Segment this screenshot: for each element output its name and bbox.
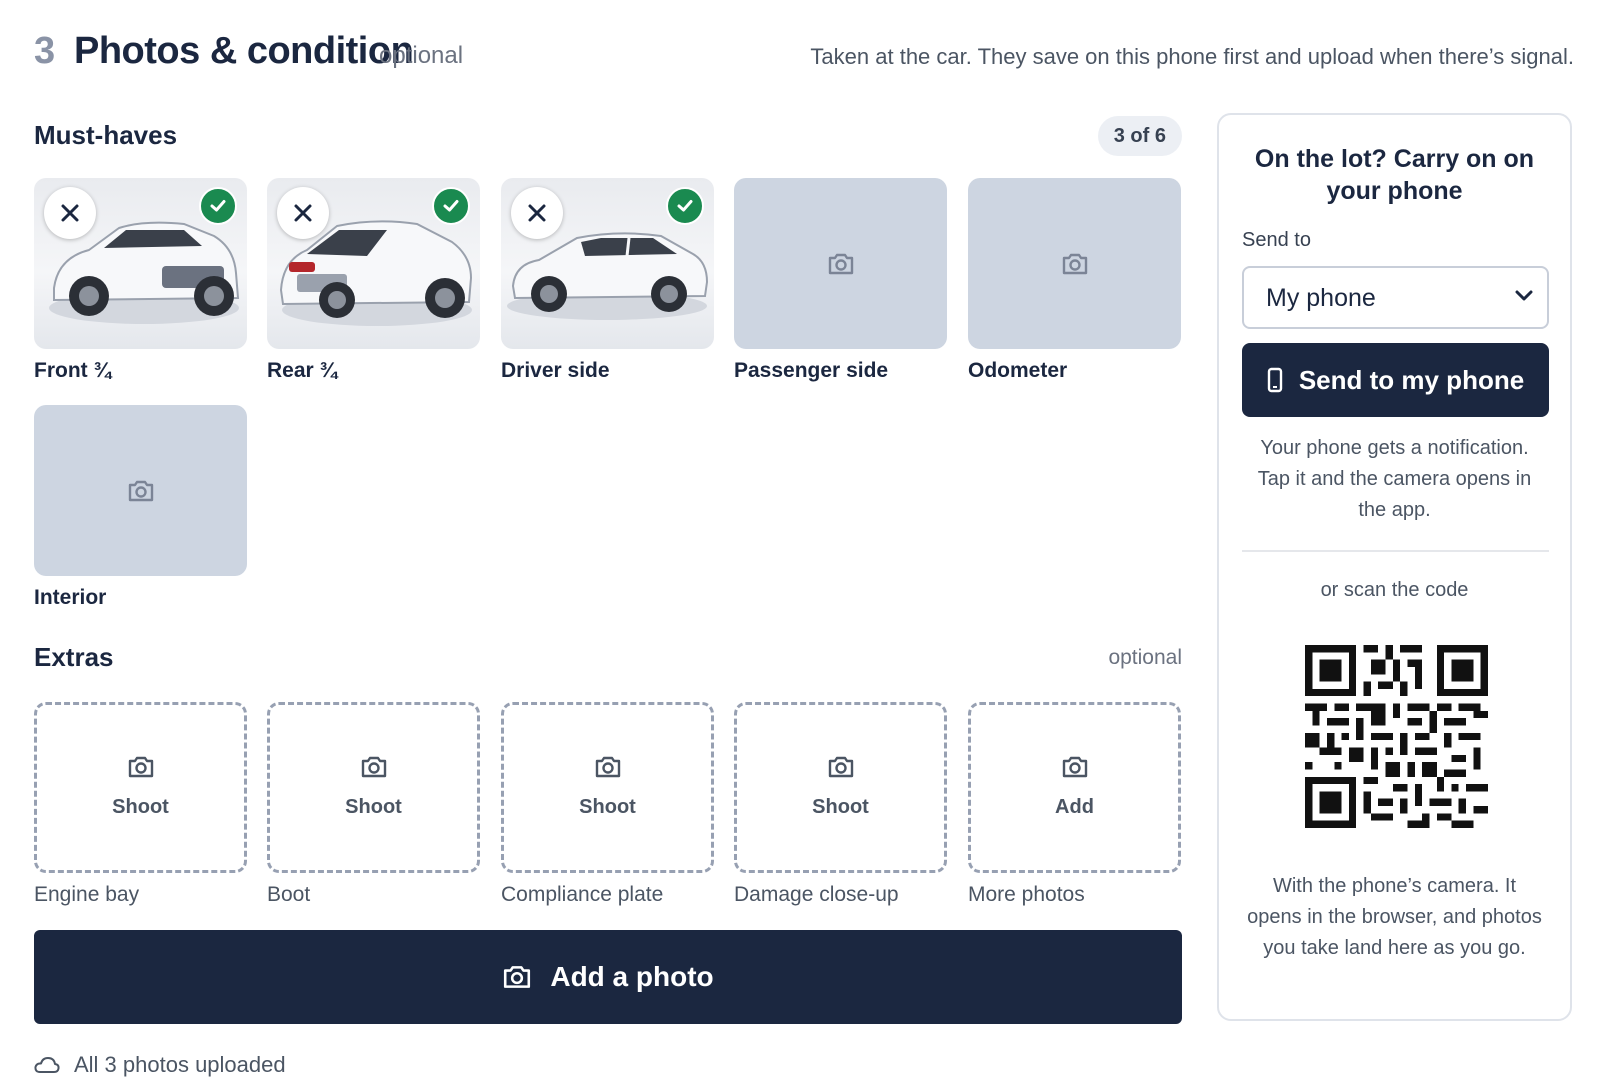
tile-label: Engine bay [34, 883, 140, 906]
add-photo-button[interactable]: Add a photo [34, 930, 1182, 1024]
extra-tile-compliance-plate[interactable]: Shoot Compliance plate [501, 702, 714, 907]
notification-help: Your phone gets a notification. Tap it a… [1257, 437, 1532, 521]
camera-icon [828, 253, 853, 274]
count-badge: 3 of 6 [1097, 116, 1182, 156]
divider [1242, 550, 1549, 552]
shoot-label: Shoot [112, 796, 169, 818]
camera-icon [1062, 253, 1087, 274]
check-icon [666, 187, 704, 225]
step-number: 3 [34, 30, 56, 72]
photo-placeholder[interactable] [734, 178, 947, 349]
camera-icon [504, 966, 531, 988]
close-icon [294, 204, 312, 222]
chevron-down-icon [1515, 290, 1533, 301]
extras-header: Extras optional [34, 638, 1182, 678]
extras-title: Extras [34, 642, 114, 672]
extras-optional-tag: optional [1108, 646, 1182, 669]
optional-tag: optional [379, 42, 464, 69]
send-to-phone-button[interactable]: Send to my phone [1242, 343, 1549, 417]
shoot-button[interactable]: Shoot [734, 702, 947, 873]
tile-label: Driver side [501, 359, 610, 382]
scan-help: With the phone’s camera. It opens in the… [1247, 875, 1542, 959]
tile-label: Damage close-up [734, 883, 899, 906]
tile-label: More photos [968, 883, 1085, 906]
shoot-label: Shoot [579, 796, 636, 818]
close-icon [528, 204, 546, 222]
shoot-button[interactable]: Shoot [267, 702, 480, 873]
photo-placeholder[interactable] [968, 178, 1181, 349]
check-icon [432, 187, 470, 225]
upload-status-text: All 3 photos uploaded [74, 1052, 286, 1077]
close-icon [61, 204, 79, 222]
must-haves-title: Must-haves [34, 120, 178, 150]
send-to-select[interactable]: My phone [1242, 266, 1549, 329]
photo-tile-passenger-side[interactable]: Passenger side [734, 178, 947, 383]
qr-code [1305, 645, 1488, 828]
phone-icon [1267, 367, 1283, 393]
step-description: Taken at the car. They save on this phon… [810, 44, 1574, 69]
camera-icon [361, 756, 386, 778]
photo-tile-rear[interactable]: Rear ¾ [267, 178, 480, 383]
remove-photo-button[interactable] [511, 187, 563, 239]
extra-tile-engine-bay[interactable]: Shoot Engine bay [34, 702, 247, 907]
camera-icon [128, 756, 153, 778]
tile-label: Rear ¾ [267, 359, 338, 382]
photo-tile-interior[interactable]: Interior [34, 405, 247, 610]
extra-tile-more-photos[interactable]: Add More photos [968, 702, 1181, 907]
send-button-label: Send to my phone [1298, 364, 1525, 395]
must-haves-header: Must-haves 3 of 6 [34, 116, 1182, 156]
add-button[interactable]: Add [968, 702, 1181, 873]
upload-status: All 3 photos uploaded [34, 1050, 286, 1080]
tile-label: Interior [34, 586, 107, 609]
add-label: Add [1055, 796, 1094, 818]
step-header: 3 Photos & condition optional Taken at t… [34, 28, 1574, 84]
camera-icon [595, 756, 620, 778]
check-icon [199, 187, 237, 225]
car-photo-rear[interactable] [267, 178, 480, 349]
scan-label: or scan the code [1320, 579, 1469, 601]
photo-tile-odometer[interactable]: Odometer [968, 178, 1181, 383]
phone-handoff-panel: On the lot? Carry on on your phone Send … [1217, 113, 1572, 1021]
page-title: Photos & condition [74, 30, 414, 72]
panel-title: On the lot? Carry on on your phone [1254, 145, 1535, 205]
photo-tile-driver-side[interactable]: Driver side [501, 178, 714, 383]
shoot-button[interactable]: Shoot [501, 702, 714, 873]
extra-tile-damage-close-up[interactable]: Shoot Damage close-up [734, 702, 947, 907]
tile-label: Odometer [968, 359, 1068, 382]
tile-label: Compliance plate [501, 883, 664, 906]
car-photo-driver-side[interactable] [501, 178, 714, 349]
remove-photo-button[interactable] [277, 187, 329, 239]
tile-label: Front ¾ [34, 359, 111, 382]
shoot-label: Shoot [345, 796, 402, 818]
send-to-value: My phone [1266, 284, 1376, 312]
camera-icon [828, 756, 853, 778]
car-photo-front[interactable] [34, 178, 247, 349]
add-photo-label: Add a photo [550, 961, 714, 992]
photo-placeholder[interactable] [34, 405, 247, 576]
tile-label: Passenger side [734, 359, 889, 382]
extra-tile-boot[interactable]: Shoot Boot [267, 702, 480, 907]
shoot-label: Shoot [812, 796, 869, 818]
tile-label: Boot [267, 883, 311, 906]
camera-icon [128, 480, 153, 501]
shoot-button[interactable]: Shoot [34, 702, 247, 873]
cloud-icon [34, 1057, 60, 1073]
photo-tile-front[interactable]: Front ¾ [34, 178, 247, 383]
camera-icon [1062, 756, 1087, 778]
send-to-label: Send to [1242, 229, 1311, 251]
remove-photo-button[interactable] [44, 187, 96, 239]
